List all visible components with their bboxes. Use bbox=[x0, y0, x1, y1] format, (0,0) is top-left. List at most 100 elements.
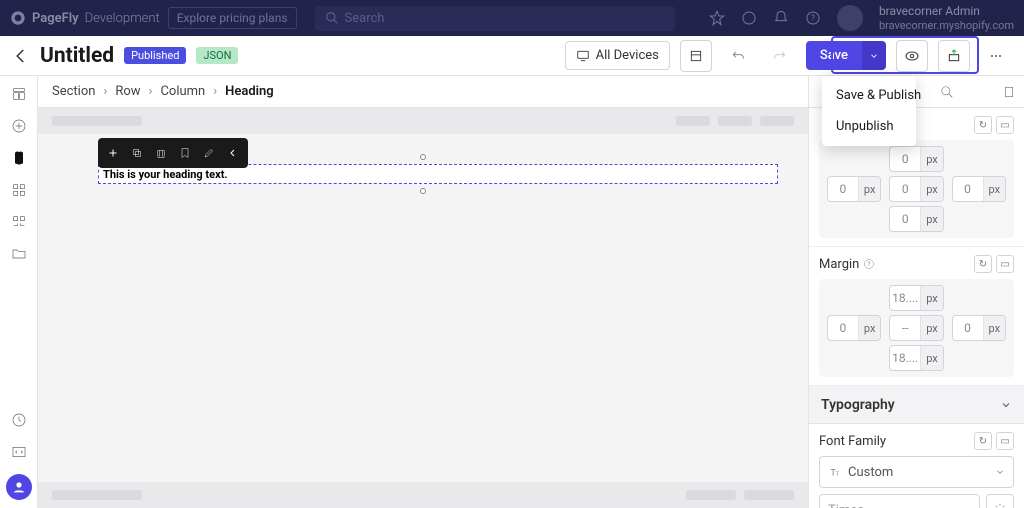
layout-icon-button[interactable] bbox=[680, 40, 712, 72]
search-placeholder: Search bbox=[345, 11, 385, 26]
left-sidebar bbox=[0, 76, 38, 508]
pagefly-logo-icon bbox=[10, 10, 26, 26]
margin-right-input[interactable] bbox=[953, 316, 983, 340]
export-icon bbox=[946, 48, 962, 64]
brand-name: PageFly bbox=[32, 11, 79, 26]
margin-section: Margin ? ↻ ▭ px px px px px bbox=[809, 247, 1024, 386]
integration-icon[interactable] bbox=[9, 212, 29, 232]
more-button[interactable] bbox=[980, 40, 1012, 72]
top-bar: PageFly Development Explore pricing plan… bbox=[0, 0, 1024, 36]
font-family-label: Font Family bbox=[819, 434, 886, 449]
search-input[interactable]: Search bbox=[315, 6, 675, 31]
device-desktop-icon[interactable]: ▭ bbox=[996, 116, 1014, 134]
chat-icon[interactable] bbox=[741, 10, 757, 26]
padding-left-input[interactable] bbox=[828, 177, 858, 201]
grid-icon[interactable] bbox=[9, 180, 29, 200]
margin-label: Margin ? bbox=[819, 257, 875, 272]
margin-bottom-input[interactable] bbox=[890, 346, 920, 370]
padding-center-input[interactable] bbox=[890, 177, 920, 201]
device-desktop-icon[interactable]: ▭ bbox=[996, 255, 1014, 273]
padding-grid: px px px px px bbox=[819, 140, 1014, 238]
history-icon[interactable] bbox=[9, 410, 29, 430]
redo-icon bbox=[772, 48, 788, 64]
bc-row[interactable]: Row bbox=[115, 84, 140, 99]
undo-button[interactable] bbox=[722, 40, 754, 72]
canvas-footer-skeleton bbox=[38, 482, 808, 508]
topbar-right: ? bravecorner Admin bravecorner.myshopif… bbox=[709, 4, 1014, 32]
reset-icon[interactable]: ↻ bbox=[974, 255, 992, 273]
save-dropdown-button[interactable] bbox=[862, 41, 886, 70]
bc-section[interactable]: Section bbox=[52, 84, 95, 99]
panel-copy-icon[interactable] bbox=[1002, 85, 1016, 99]
margin-top-input[interactable] bbox=[890, 286, 920, 310]
padding-right-input[interactable] bbox=[953, 177, 983, 201]
unpublish-item[interactable]: Unpublish bbox=[822, 111, 916, 142]
templates-icon[interactable] bbox=[9, 84, 29, 104]
avatar[interactable] bbox=[837, 5, 863, 31]
user-info[interactable]: bravecorner Admin bravecorner.myshopify.… bbox=[879, 4, 1014, 32]
duplicate-icon[interactable] bbox=[126, 142, 148, 164]
bc-column[interactable]: Column bbox=[160, 84, 205, 99]
svg-text:?: ? bbox=[868, 261, 871, 268]
typography-accordion[interactable]: Typography bbox=[809, 386, 1024, 424]
resize-handle-bottom[interactable] bbox=[420, 188, 426, 194]
device-desktop-icon[interactable]: ▭ bbox=[996, 432, 1014, 450]
layout-icon bbox=[689, 49, 703, 63]
reset-icon[interactable]: ↻ bbox=[974, 116, 992, 134]
save-publish-item[interactable]: Save & Publish bbox=[822, 80, 916, 111]
all-devices-button[interactable]: All Devices bbox=[565, 41, 670, 70]
collapse-icon[interactable] bbox=[222, 142, 244, 164]
more-horizontal-icon bbox=[988, 48, 1004, 64]
search-icon bbox=[325, 11, 339, 25]
font-name-select[interactable]: Times bbox=[819, 494, 980, 508]
chevron-down-icon bbox=[995, 467, 1005, 477]
heading-text[interactable]: This is your heading text. bbox=[103, 168, 228, 181]
info-icon[interactable]: ? bbox=[863, 258, 875, 270]
add-element-icon[interactable] bbox=[9, 116, 29, 136]
back-icon[interactable] bbox=[12, 47, 30, 65]
font-family-section: Font Family ↻ ▭ TT Custom Times bbox=[809, 424, 1024, 508]
shopify-icon[interactable] bbox=[9, 148, 29, 168]
user-shop: bravecorner.myshopify.com bbox=[879, 19, 1014, 32]
redo-button[interactable] bbox=[764, 40, 796, 72]
save-button[interactable]: Save bbox=[806, 41, 862, 70]
save-element-icon[interactable] bbox=[174, 142, 196, 164]
folder-icon[interactable] bbox=[9, 244, 29, 264]
export-button[interactable] bbox=[938, 40, 970, 72]
svg-text:?: ? bbox=[811, 14, 815, 23]
resize-handle-top[interactable] bbox=[420, 154, 426, 160]
margin-center-input[interactable] bbox=[890, 316, 920, 340]
font-type-select[interactable]: TT Custom bbox=[819, 456, 1014, 488]
margin-left-input[interactable] bbox=[828, 316, 858, 340]
code-icon[interactable] bbox=[9, 442, 29, 462]
edit-icon[interactable] bbox=[198, 142, 220, 164]
brand-dev: Development bbox=[85, 11, 160, 26]
explore-pricing-button[interactable]: Explore pricing plans bbox=[168, 7, 297, 29]
support-avatar[interactable] bbox=[6, 474, 32, 500]
canvas-header-skeleton bbox=[38, 108, 808, 134]
chevron-right-icon: › bbox=[213, 84, 217, 99]
desktop-icon bbox=[576, 49, 590, 63]
app-bar: Untitled Published JSON All Devices Save bbox=[0, 36, 1024, 76]
save-dropdown-menu: Save & Publish Unpublish bbox=[822, 76, 916, 146]
bc-heading[interactable]: Heading bbox=[225, 84, 274, 99]
canvas[interactable]: This is your heading text. bbox=[38, 108, 808, 508]
bell-icon[interactable] bbox=[773, 10, 789, 26]
panel-search-icon[interactable] bbox=[940, 85, 954, 99]
help-icon[interactable]: ? bbox=[805, 10, 821, 26]
padding-top-input[interactable] bbox=[890, 147, 920, 171]
delete-icon[interactable] bbox=[150, 142, 172, 164]
undo-icon bbox=[730, 48, 746, 64]
star-icon[interactable] bbox=[709, 10, 725, 26]
save-button-group: Save bbox=[806, 41, 886, 70]
page-title: Untitled bbox=[40, 44, 114, 68]
text-icon: TT bbox=[828, 465, 842, 479]
json-badge: JSON bbox=[196, 47, 238, 64]
published-badge: Published bbox=[124, 47, 186, 64]
padding-bottom-input[interactable] bbox=[890, 207, 920, 231]
add-icon[interactable] bbox=[102, 142, 124, 164]
gear-icon bbox=[993, 503, 1007, 508]
preview-button[interactable] bbox=[896, 40, 928, 72]
font-settings-button[interactable] bbox=[986, 494, 1014, 508]
reset-icon[interactable]: ↻ bbox=[974, 432, 992, 450]
